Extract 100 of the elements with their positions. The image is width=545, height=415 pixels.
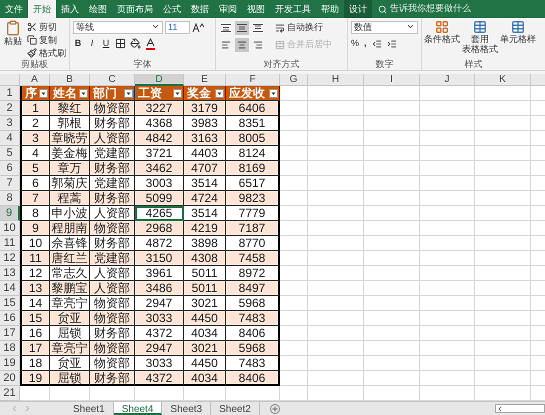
sheet-tab[interactable]: Sheet4 — [114, 402, 162, 415]
ribbon-tab[interactable]: 开发工具 — [270, 0, 316, 18]
table-cell: 3021 — [184, 296, 226, 311]
font-size-field[interactable]: 11 — [165, 21, 190, 34]
comma-button[interactable]: , — [364, 37, 367, 50]
row-header[interactable]: 1 — [0, 86, 20, 101]
row-header[interactable]: 15 — [0, 296, 20, 311]
italic-button[interactable]: I — [87, 37, 97, 50]
number-format-field[interactable]: 数值 — [351, 21, 418, 34]
sheet-tab[interactable]: Sheet2 — [211, 402, 260, 415]
table-cell: 12 — [20, 266, 50, 281]
ribbon-tab[interactable]: 设计 — [344, 0, 372, 18]
empty-cell — [308, 101, 364, 116]
column-header[interactable]: J — [420, 74, 475, 86]
table-cell: 6406 — [226, 101, 280, 116]
column-header[interactable]: I — [364, 74, 420, 86]
table-cell: 11 — [20, 251, 50, 266]
empty-cell — [308, 356, 364, 371]
row-header[interactable]: 7 — [0, 176, 20, 191]
table-format-button[interactable]: 套用 表格格式 — [462, 20, 498, 54]
filter-dropdown-icon[interactable] — [215, 89, 224, 98]
row-header[interactable]: 14 — [0, 281, 20, 296]
table-cell: 7483 — [226, 356, 280, 371]
filter-dropdown-icon[interactable] — [173, 89, 182, 98]
table-cell: 8972 — [226, 266, 280, 281]
table-cell: 8406 — [226, 326, 280, 341]
table-cell: 8770 — [226, 236, 280, 251]
paste-button[interactable]: 粘贴 — [2, 20, 24, 58]
tell-me-field[interactable]: 告诉我你想要做什么 — [390, 2, 471, 16]
row-header[interactable]: 10 — [0, 221, 20, 236]
horizontal-align-button[interactable] — [235, 38, 249, 52]
ribbon-tab[interactable]: 数据 — [186, 0, 214, 18]
ribbon-tab[interactable]: 文件 — [0, 0, 28, 18]
column-header[interactable]: G — [280, 74, 308, 86]
search-icon — [378, 4, 387, 14]
add-sheet-icon[interactable] — [270, 404, 280, 414]
empty-cell — [420, 296, 475, 311]
scroll-left-icon[interactable] — [496, 404, 504, 412]
row-header[interactable]: 8 — [0, 191, 20, 206]
horizontal-scrollbar[interactable] — [495, 404, 545, 413]
table-cell: 4034 — [184, 371, 226, 386]
filter-dropdown-icon[interactable] — [269, 89, 278, 98]
row-header[interactable]: 5 — [0, 146, 20, 161]
ribbon-tab[interactable]: 页面布局 — [112, 0, 158, 18]
row-header[interactable]: 18 — [0, 341, 20, 356]
sheet-tab[interactable]: Sheet3 — [162, 402, 212, 415]
ribbon-tab[interactable]: 插入 — [56, 0, 84, 18]
table-cell: 3462 — [135, 161, 184, 176]
table-cell: 屈锁 — [50, 326, 90, 341]
table-cell: 5011 — [184, 281, 226, 296]
row-header[interactable]: 6 — [0, 161, 20, 176]
cut-button[interactable]: 剪切 — [27, 20, 66, 33]
copy-button[interactable]: 复制 — [27, 33, 66, 46]
vertical-align-button[interactable] — [235, 21, 249, 35]
percent-button[interactable]: % — [351, 37, 360, 50]
bold-button[interactable]: B — [73, 37, 83, 50]
row-header[interactable]: 19 — [0, 356, 20, 371]
table-cell: 1 — [20, 101, 50, 116]
column-header[interactable]: D — [135, 74, 184, 86]
empty-cell — [420, 101, 475, 116]
row-header[interactable]: 9 — [0, 206, 20, 221]
ribbon-tab[interactable]: 开始 — [28, 0, 56, 18]
row-header[interactable]: 13 — [0, 266, 20, 281]
font-name-field[interactable]: 等线 — [73, 21, 163, 34]
vertical-align-button[interactable] — [219, 21, 233, 35]
row-header[interactable]: 11 — [0, 236, 20, 251]
wrap-text-button[interactable]: 自动换行 — [275, 21, 323, 35]
increase-decimal-icon — [386, 38, 397, 49]
row-header[interactable]: 16 — [0, 311, 20, 326]
ribbon-tab[interactable]: 审阅 — [214, 0, 242, 18]
conditional-format-button[interactable]: 条件格式 — [424, 20, 460, 44]
row-header[interactable]: 2 — [0, 101, 20, 116]
empty-cell — [364, 146, 420, 161]
ribbon-tab[interactable]: 帮助 — [316, 0, 344, 18]
ribbon-tab[interactable]: 绘图 — [84, 0, 112, 18]
row-header[interactable]: 4 — [0, 131, 20, 146]
table-cell: 财务部 — [90, 161, 135, 176]
format-painter-button[interactable]: 格式刷 — [27, 46, 66, 59]
empty-cell — [364, 356, 420, 371]
filter-dropdown-icon[interactable] — [124, 89, 133, 98]
empty-cell — [420, 341, 475, 356]
table-cell: 黎红 — [50, 101, 90, 116]
column-header[interactable]: K — [475, 74, 531, 86]
ribbon-tab[interactable]: 公式 — [158, 0, 186, 18]
table-cell: 人资部 — [90, 206, 135, 221]
underline-button[interactable]: U — [101, 37, 111, 50]
table-cell: 7 — [20, 191, 50, 206]
row-header[interactable]: 12 — [0, 251, 20, 266]
row-header[interactable]: 17 — [0, 326, 20, 341]
filter-dropdown-icon[interactable] — [79, 89, 88, 98]
row-header[interactable]: 21 — [0, 386, 20, 401]
vertical-align-button[interactable] — [251, 21, 265, 35]
group-label: 数字 — [374, 59, 394, 70]
row-header[interactable]: 3 — [0, 116, 20, 131]
row-header[interactable]: 20 — [0, 371, 20, 386]
table-cell: 10 — [20, 236, 50, 251]
filter-dropdown-icon[interactable] — [39, 89, 48, 98]
cell-styles-button[interactable]: 单元格样 — [500, 20, 536, 44]
column-header[interactable]: H — [308, 74, 364, 86]
ribbon-tab[interactable]: 视图 — [242, 0, 270, 18]
